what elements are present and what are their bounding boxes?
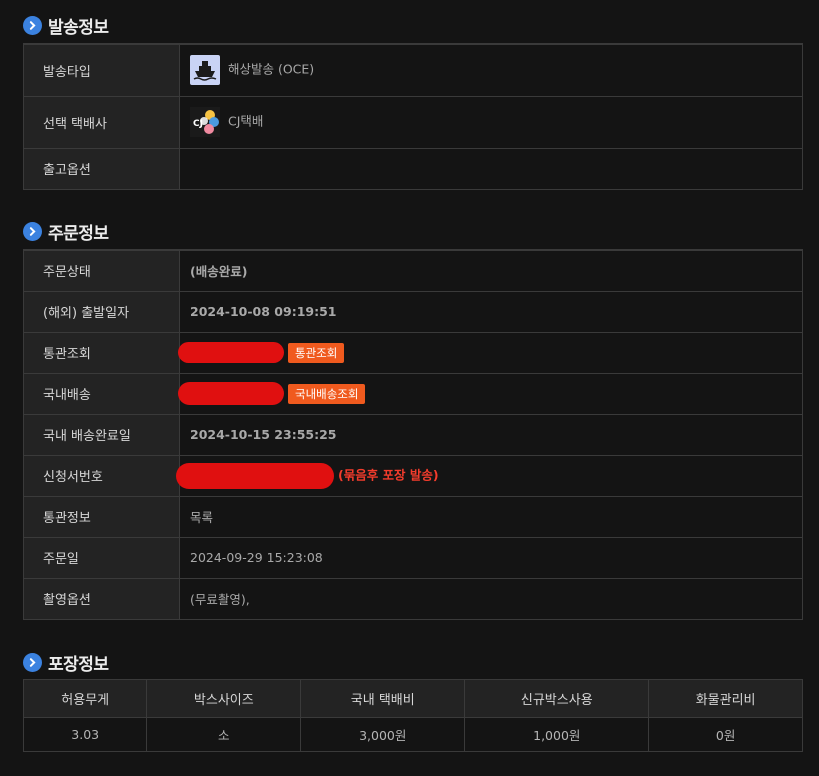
domestic-fee-value: 3,000원 bbox=[300, 717, 466, 752]
cj-logo: CJ bbox=[190, 107, 220, 137]
shipping-type-cell: 해상발송 (OCE) bbox=[179, 43, 803, 97]
shipping-info-title: 발송정보 bbox=[48, 18, 109, 38]
courier-value: CJ택배 bbox=[227, 113, 264, 129]
application-note: (묶음후 포장 발송) bbox=[337, 467, 439, 482]
packing-info-title: 포장정보 bbox=[48, 655, 109, 675]
order-date-value: 2024-09-29 15:23:08 bbox=[179, 536, 803, 579]
domestic-delivery-row: 국내배송 국내배송조회 bbox=[23, 372, 803, 415]
customs-lookup-row: 통관조회 통관조회 bbox=[23, 331, 803, 374]
domestic-complete-row: 국내 배송완료일 2024-10-15 23:55:25 bbox=[23, 413, 803, 456]
courier-label: 선택 택배사 bbox=[23, 95, 180, 149]
chevron-right-icon bbox=[23, 16, 42, 35]
release-option-row: 출고옵션 bbox=[23, 147, 803, 190]
allowed-weight-header: 허용무게 bbox=[22, 679, 148, 718]
customs-info-row: 통관정보 목록 bbox=[23, 495, 803, 538]
chevron-right-icon bbox=[23, 653, 42, 672]
release-option-value bbox=[179, 147, 803, 190]
shipping-type-row: 발송타입 해상발송 (OCE) bbox=[23, 43, 803, 97]
domestic-delivery-cell: 국내배송조회 bbox=[178, 372, 803, 415]
allowed-weight-value: 3.03 bbox=[22, 717, 148, 752]
departure-date-row: (해외) 출발일자 2024-10-08 09:19:51 bbox=[23, 290, 803, 333]
domestic-delivery-lookup-button[interactable]: 국내배송조회 bbox=[287, 383, 366, 404]
cargo-fee-value: 0원 bbox=[648, 717, 803, 752]
order-info-table: 주문상태 (배송완료) (해외) 출발일자 2024-10-08 09:19:5… bbox=[23, 249, 803, 620]
photo-option-value: (무료촬영), bbox=[179, 577, 803, 620]
customs-lookup-cell: 통관조회 bbox=[178, 331, 803, 374]
domestic-complete-label: 국내 배송완료일 bbox=[23, 413, 180, 456]
order-status-row: 주문상태 (배송완료) bbox=[23, 249, 803, 292]
order-status-label: 주문상태 bbox=[23, 249, 180, 292]
order-date-label: 주문일 bbox=[23, 536, 180, 579]
departure-date-value: 2024-10-08 09:19:51 bbox=[179, 290, 803, 333]
customs-info-value: 목록 bbox=[179, 495, 803, 538]
svg-text:CJ: CJ bbox=[193, 119, 203, 129]
packing-value-row: 3.03 소 3,000원 1,000원 0원 bbox=[22, 717, 803, 752]
customs-lookup-label: 통관조회 bbox=[23, 331, 180, 374]
ship-icon bbox=[190, 55, 220, 86]
application-number-row: 신청서번호 (묶음후 포장 발송) bbox=[23, 454, 803, 497]
chevron-right-icon bbox=[23, 222, 42, 241]
shipping-info-table: 발송타입 해상발송 (OCE) 선택 택배사 CJ CJ택배 출고옵션 bbox=[23, 43, 803, 190]
domestic-delivery-label: 국내배송 bbox=[23, 372, 180, 415]
new-box-value: 1,000원 bbox=[464, 717, 650, 752]
application-number-cell: (묶음후 포장 발송) bbox=[176, 454, 803, 497]
application-number-label: 신청서번호 bbox=[23, 454, 180, 497]
courier-cell: CJ CJ택배 bbox=[179, 95, 803, 149]
courier-row: 선택 택배사 CJ CJ택배 bbox=[23, 95, 803, 149]
redacted-domestic-tracking-number bbox=[178, 382, 284, 405]
domestic-fee-header: 국내 택배비 bbox=[300, 679, 466, 718]
redacted-tracking-number bbox=[178, 342, 284, 363]
customs-info-label: 통관정보 bbox=[23, 495, 180, 538]
customs-lookup-button[interactable]: 통관조회 bbox=[287, 342, 345, 363]
redacted-application-number bbox=[176, 462, 334, 489]
packing-header-row: 허용무게 박스사이즈 국내 택배비 신규박스사용 화물관리비 bbox=[22, 679, 803, 718]
new-box-header: 신규박스사용 bbox=[464, 679, 650, 718]
photo-option-row: 촬영옵션 (무료촬영), bbox=[23, 577, 803, 620]
order-info-title: 주문정보 bbox=[48, 224, 109, 244]
box-size-value: 소 bbox=[146, 717, 302, 752]
shipping-type-value: 해상발송 (OCE) bbox=[227, 61, 315, 77]
order-date-row: 주문일 2024-09-29 15:23:08 bbox=[23, 536, 803, 579]
order-info-header: 주문정보 bbox=[23, 219, 109, 244]
packing-info-table: 허용무게 박스사이즈 국내 택배비 신규박스사용 화물관리비 3.03 소 3,… bbox=[22, 679, 803, 752]
photo-option-label: 촬영옵션 bbox=[23, 577, 180, 620]
domestic-complete-value: 2024-10-15 23:55:25 bbox=[179, 413, 803, 456]
departure-date-label: (해외) 출발일자 bbox=[23, 290, 180, 333]
cargo-fee-header: 화물관리비 bbox=[648, 679, 803, 718]
box-size-header: 박스사이즈 bbox=[146, 679, 302, 718]
order-detail-page: 발송정보 발송타입 해상발송 (OCE) 선택 택배사 CJ CJ택배 출고옵션… bbox=[0, 0, 819, 776]
shipping-type-label: 발송타입 bbox=[23, 43, 180, 97]
packing-info-header: 포장정보 bbox=[23, 650, 109, 675]
order-status-value: (배송완료) bbox=[179, 249, 803, 292]
release-option-label: 출고옵션 bbox=[23, 147, 180, 190]
shipping-info-header: 발송정보 bbox=[23, 13, 109, 38]
